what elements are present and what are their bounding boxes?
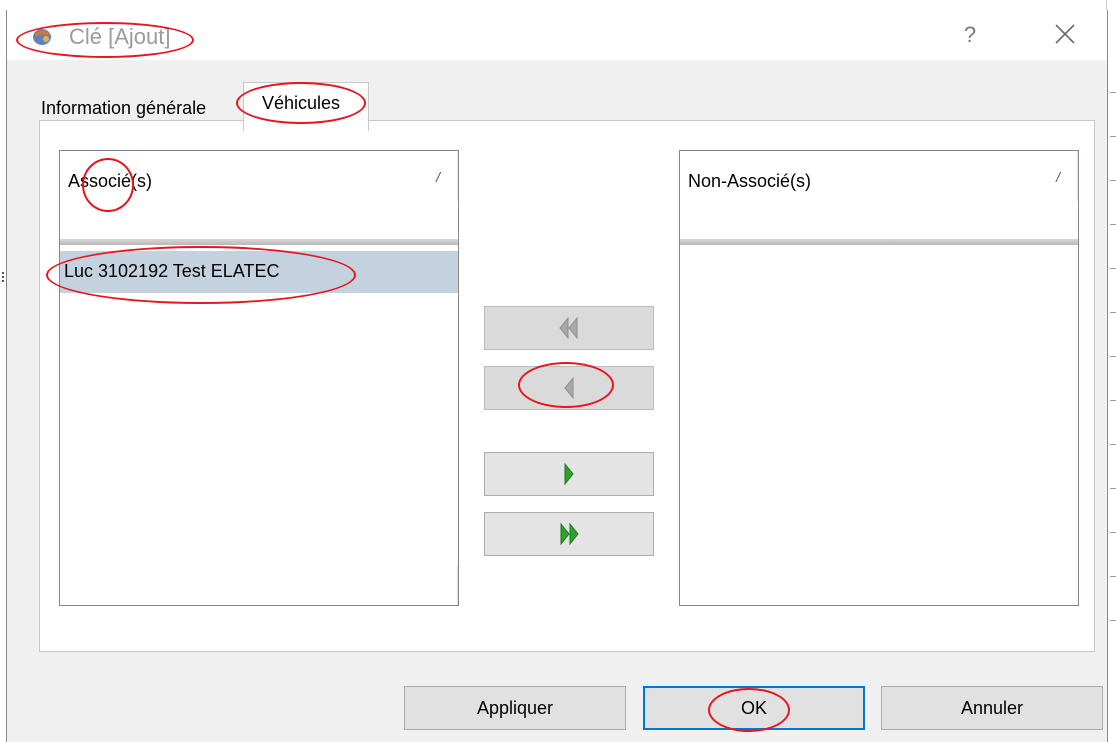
double-left-arrow-icon xyxy=(559,316,578,340)
associated-list[interactable]: Associé(s) / Luc 3102192 Test ELATEC xyxy=(59,150,459,606)
unassociated-column-header[interactable]: Non-Associé(s) / xyxy=(680,151,1078,245)
annotation-tab-vehicules xyxy=(236,82,366,124)
close-icon xyxy=(1055,24,1075,44)
header-separator xyxy=(60,239,458,245)
move-all-left-button[interactable] xyxy=(484,306,654,350)
list-edge xyxy=(457,565,458,605)
annotation-title xyxy=(16,22,194,58)
column-resize-icon[interactable]: / xyxy=(1056,169,1060,185)
apply-button[interactable]: Appliquer xyxy=(404,686,626,730)
annotation-list-item xyxy=(46,246,356,304)
annotation-associated-header xyxy=(82,158,134,212)
double-right-arrow-icon xyxy=(560,522,579,546)
cancel-button[interactable]: Annuler xyxy=(881,686,1103,730)
header-separator xyxy=(680,239,1078,245)
tab-general-information[interactable]: Information générale xyxy=(41,98,206,119)
unassociated-list[interactable]: Non-Associé(s) / xyxy=(679,150,1079,606)
header-divider xyxy=(457,151,458,201)
annotation-ok-button xyxy=(708,688,790,732)
header-divider xyxy=(1077,151,1078,201)
right-arrow-icon xyxy=(564,462,574,486)
background-window-top xyxy=(0,0,1116,10)
help-button[interactable]: ? xyxy=(955,22,985,48)
annotation-move-left xyxy=(518,362,614,408)
close-button[interactable] xyxy=(1053,22,1083,50)
move-right-button[interactable] xyxy=(484,452,654,496)
move-all-right-button[interactable] xyxy=(484,512,654,556)
unassociated-header-label: Non-Associé(s) xyxy=(688,171,812,191)
column-resize-icon[interactable]: / xyxy=(436,169,440,185)
